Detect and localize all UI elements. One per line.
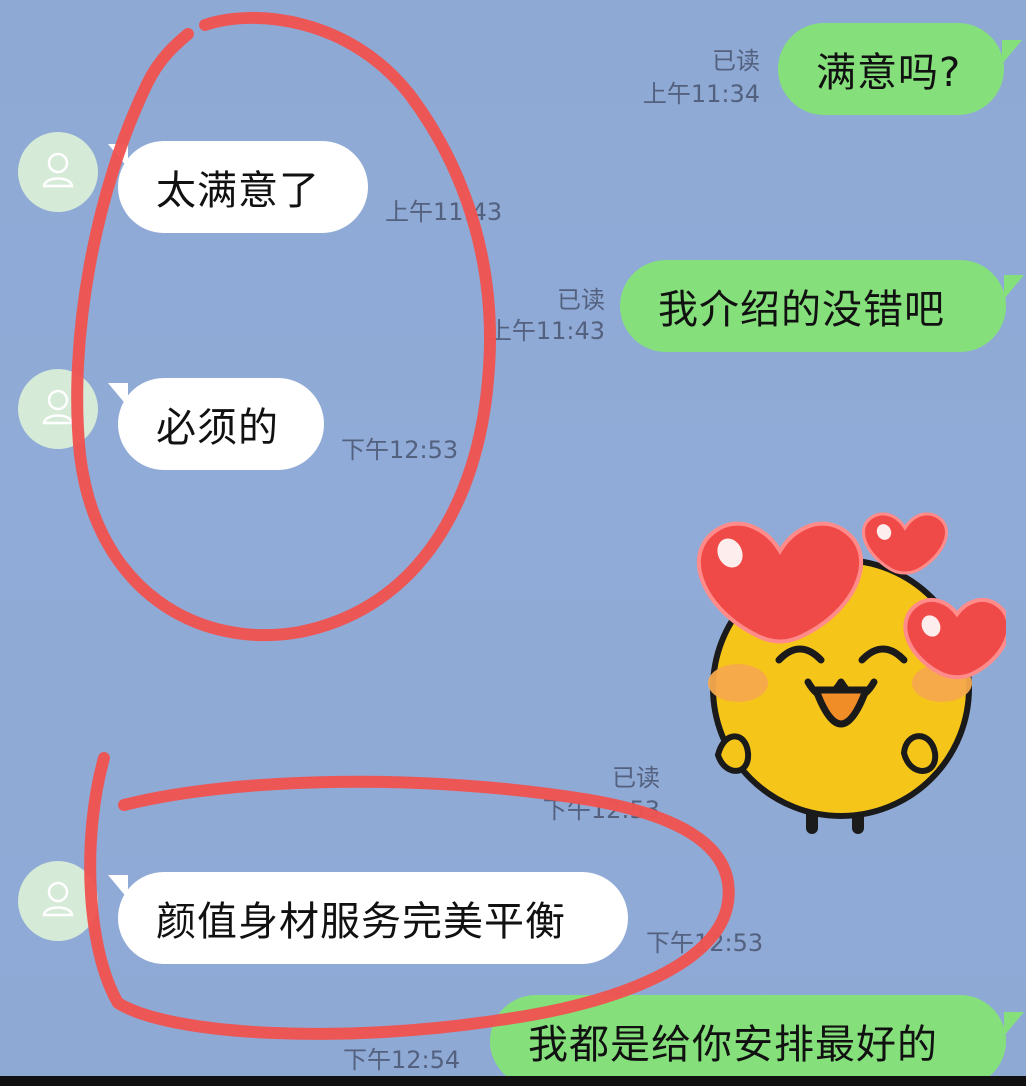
message-text: 我都是给你安排最好的 xyxy=(528,1022,938,1068)
user-avatar-icon xyxy=(35,876,81,926)
message-text: 我介绍的没错吧 xyxy=(658,287,945,333)
message-time: 下午12:53 xyxy=(341,436,459,464)
message-time: 下午12:53 xyxy=(542,796,660,824)
incoming-message-bubble[interactable]: 必须的 xyxy=(118,378,324,470)
read-status: 已读 xyxy=(612,764,660,792)
outgoing-message-bubble[interactable]: 满意吗? xyxy=(778,23,1004,115)
incoming-message-bubble[interactable]: 颜值身材服务完美平衡 xyxy=(118,872,628,964)
read-status: 已读 xyxy=(557,286,605,314)
bubble-tail xyxy=(1002,40,1022,64)
contact-avatar[interactable] xyxy=(18,369,98,449)
heart-eyes-emoji-sticker[interactable] xyxy=(676,508,1011,858)
contact-avatar[interactable] xyxy=(18,132,98,212)
chat-thread: 已读 上午11:34 满意吗? 太满意了 上午11:43 已读 上午11:43 … xyxy=(0,0,1026,1086)
message-text: 太满意了 xyxy=(156,168,320,214)
read-status: 已读 xyxy=(712,47,760,75)
message-text: 颜值身材服务完美平衡 xyxy=(156,899,566,945)
user-avatar-icon xyxy=(35,384,81,434)
user-avatar-icon xyxy=(35,147,81,197)
message-time: 上午11:34 xyxy=(642,80,760,108)
message-text: 必须的 xyxy=(156,405,279,451)
screen-bottom-edge xyxy=(0,1076,1026,1086)
message-time: 下午12:53 xyxy=(646,929,764,957)
outgoing-message-bubble[interactable]: 我都是给你安排最好的 xyxy=(490,995,1006,1086)
message-time: 上午11:43 xyxy=(385,198,503,226)
message-time: 上午11:43 xyxy=(487,317,605,345)
bubble-tail xyxy=(1004,1012,1024,1036)
bubble-tail xyxy=(1004,275,1024,299)
message-time: 下午12:54 xyxy=(343,1046,461,1074)
message-text: 满意吗? xyxy=(816,50,962,96)
contact-avatar[interactable] xyxy=(18,861,98,941)
outgoing-message-bubble[interactable]: 我介绍的没错吧 xyxy=(620,260,1006,352)
incoming-message-bubble[interactable]: 太满意了 xyxy=(118,141,368,233)
